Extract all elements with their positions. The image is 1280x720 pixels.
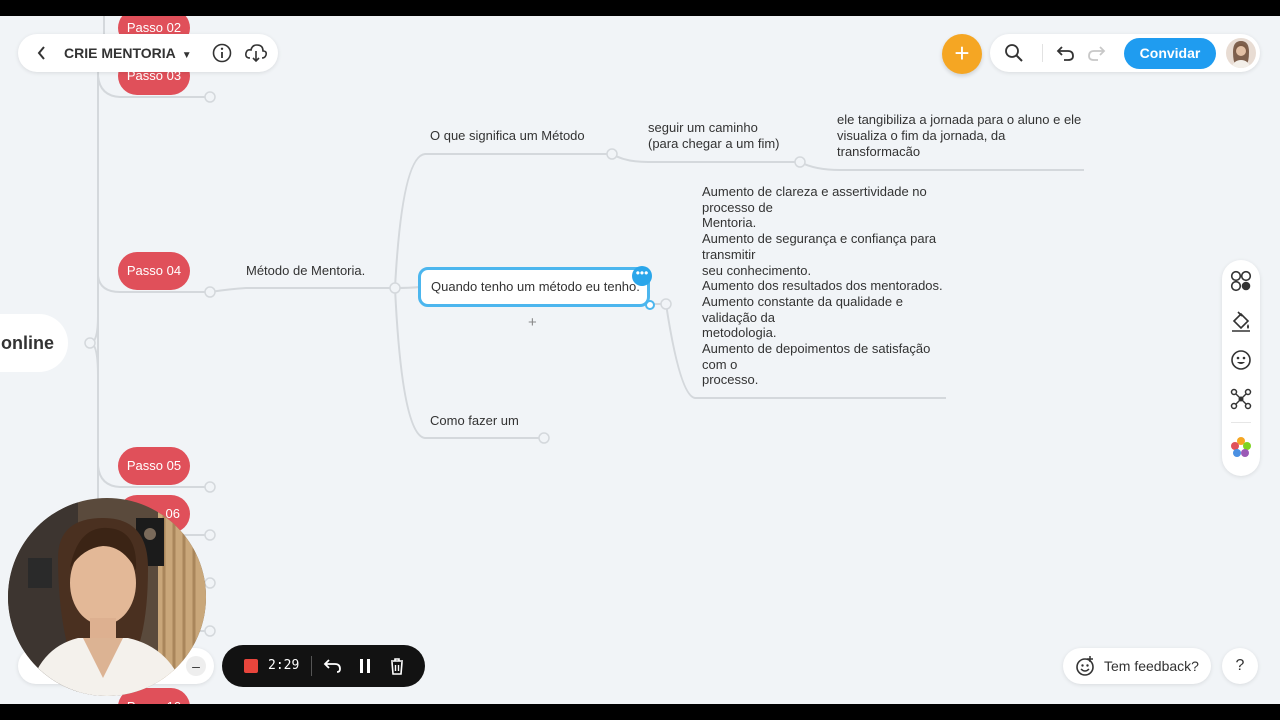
search-icon[interactable]: [1004, 43, 1024, 63]
stop-recording-button[interactable]: [244, 659, 258, 673]
mindmap-canvas[interactable]: online Passo 02 Passo 03 Passo 04 Passo …: [0, 16, 1280, 704]
paint-bucket-icon[interactable]: [1230, 310, 1252, 332]
cloud-download-icon[interactable]: [244, 43, 268, 63]
feedback-emoji-icon: [1076, 656, 1094, 676]
root-node-label: online: [1, 333, 54, 353]
help-icon: ?: [1235, 657, 1245, 674]
node-more-icon[interactable]: •••: [632, 266, 652, 286]
invite-button[interactable]: Convidar: [1124, 38, 1216, 69]
zoom-out-button[interactable]: –: [186, 656, 206, 676]
node-aumento[interactable]: Aumento de clareza e assertividade no pr…: [702, 184, 943, 388]
step-node[interactable]: Passo 05: [118, 447, 190, 485]
panel-divider: [1231, 422, 1251, 423]
collaboration-toolbar: Convidar: [990, 34, 1260, 72]
node-significa[interactable]: O que significa um Método: [430, 128, 585, 144]
feedback-button[interactable]: Tem feedback?: [1063, 648, 1211, 684]
recording-time: 2:29: [268, 658, 300, 673]
node-tangibiliza[interactable]: ele tangibiliza a jornada para o aluno e…: [837, 112, 1081, 160]
restart-icon[interactable]: [323, 656, 343, 676]
step-node[interactable]: Passo 04: [118, 252, 190, 290]
color-palette-icon[interactable]: [1230, 436, 1252, 458]
help-button[interactable]: ?: [1222, 648, 1258, 684]
avatar[interactable]: [1226, 38, 1256, 68]
node-metodo[interactable]: Método de Mentoria.: [246, 263, 365, 279]
chevron-left-icon: [37, 46, 45, 60]
webcam-overlay: [8, 498, 206, 696]
node-selected-label: Quando tenho um método eu tenho.: [431, 279, 640, 294]
node-como[interactable]: Como fazer um: [430, 413, 519, 429]
plus-icon: +: [954, 38, 970, 68]
recorder-divider: [311, 656, 312, 676]
pause-icon[interactable]: [355, 656, 375, 676]
redo-icon[interactable]: [1086, 43, 1106, 63]
document-toolbar: CRIE MENTORIA ▼: [18, 34, 278, 72]
presenter-video: [8, 498, 206, 696]
document-title-button[interactable]: CRIE MENTORIA ▼: [64, 34, 192, 72]
undo-icon[interactable]: [1056, 43, 1076, 63]
add-subtopic-icon[interactable]: +: [528, 314, 537, 331]
recording-controls: 2:29: [222, 645, 425, 687]
feedback-label: Tem feedback?: [1104, 658, 1199, 674]
emoji-icon[interactable]: [1230, 349, 1252, 371]
back-button[interactable]: [32, 42, 52, 64]
node-selected[interactable]: Quando tenho um método eu tenho.: [418, 267, 650, 307]
toolbar-divider: [1042, 44, 1043, 62]
node-seguir[interactable]: seguir um caminho (para chegar a um fim): [648, 120, 780, 152]
document-title: CRIE MENTORIA: [64, 45, 176, 61]
structure-icon[interactable]: [1230, 388, 1252, 410]
add-topic-button[interactable]: +: [942, 34, 982, 74]
chevron-down-icon: ▼: [181, 50, 192, 61]
shapes-icon[interactable]: [1230, 270, 1252, 292]
format-panel: [1222, 260, 1260, 476]
root-node[interactable]: online: [0, 314, 68, 372]
info-icon[interactable]: [212, 43, 232, 63]
trash-icon[interactable]: [387, 656, 407, 676]
